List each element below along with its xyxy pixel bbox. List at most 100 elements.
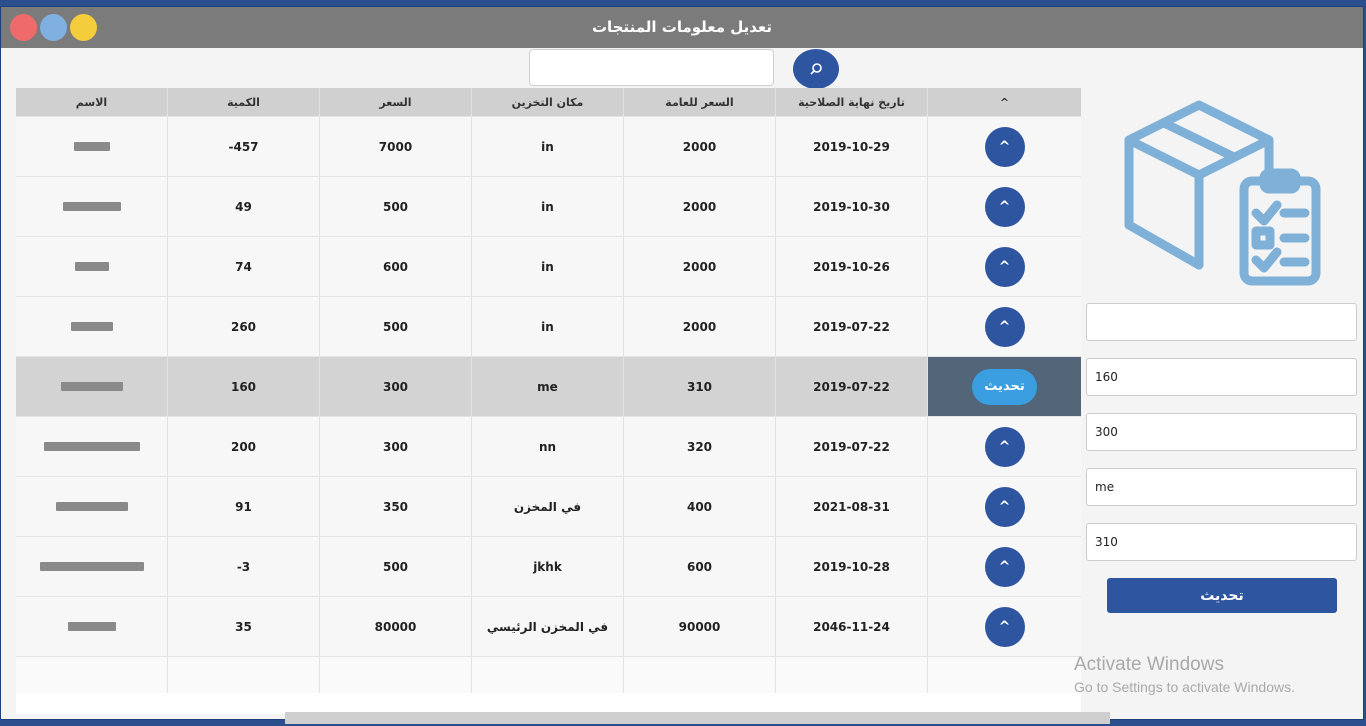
table-row[interactable]: 49 500 in 2000 2019-10-30 ^ (16, 176, 1081, 236)
table-row[interactable]: 260 500 in 2000 2019-07-22 ^ (16, 296, 1081, 356)
quantity-cell: -457 (168, 117, 320, 176)
quantity-cell: 49 (168, 177, 320, 236)
expiry-cell: 2019-07-22 (776, 357, 928, 416)
table-row-selected[interactable]: 160 300 me 310 2019-07-22 تحديث (16, 356, 1081, 416)
redacted-name (43, 442, 140, 451)
price-cell: 500 (320, 177, 472, 236)
search-input[interactable] (529, 49, 774, 86)
quantity-field[interactable]: 160 (1086, 358, 1357, 396)
table-row[interactable]: 35 80000 في المخزن الرئيسي 90000 2046-11… (16, 596, 1081, 656)
quantity-cell: 35 (168, 597, 320, 656)
action-cell: ^ (928, 417, 1081, 476)
redacted-name (55, 502, 128, 511)
action-cell: ^ (928, 117, 1081, 176)
redacted-name (60, 382, 123, 391)
expiry-cell: 2019-10-29 (776, 117, 928, 176)
public-price-cell: 90000 (624, 597, 776, 656)
select-row-button[interactable]: ^ (984, 546, 1025, 587)
watermark-title: Activate Windows (1074, 654, 1224, 675)
empty-cell (776, 657, 928, 693)
empty-cell (16, 657, 168, 693)
name-field[interactable] (1086, 303, 1357, 341)
table-row-empty (16, 656, 1081, 693)
redacted-name (70, 322, 113, 331)
table-row[interactable]: -3 500 jkhk 600 2019-10-28 ^ (16, 536, 1081, 596)
select-row-button[interactable]: ^ (984, 486, 1025, 527)
select-row-button[interactable]: ^ (984, 246, 1025, 287)
public-price-field[interactable]: 310 (1086, 523, 1357, 561)
location-cell: in (472, 297, 624, 356)
price-cell: 600 (320, 237, 472, 296)
column-header-location[interactable]: مكان التخزين (472, 88, 624, 116)
name-cell (16, 297, 168, 356)
location-cell: في المخزن (472, 477, 624, 536)
title-bar: تعديل معلومات المنتجات (1, 7, 1363, 48)
name-cell (16, 177, 168, 236)
table-row[interactable]: 91 350 في المخزن 400 2021-08-31 ^ (16, 476, 1081, 536)
column-header-expiry[interactable]: تاريخ نهاية الصلاحية (776, 88, 928, 116)
select-row-button[interactable]: ^ (984, 306, 1025, 347)
public-price-cell: 320 (624, 417, 776, 476)
column-header-price[interactable]: السعر (320, 88, 472, 116)
table-row[interactable]: -457 7000 in 2000 2019-10-29 ^ (16, 116, 1081, 176)
location-cell: in (472, 177, 624, 236)
quantity-cell: 91 (168, 477, 320, 536)
select-row-button[interactable]: ^ (984, 606, 1025, 647)
select-row-button[interactable]: ^ (984, 186, 1025, 227)
column-header-action[interactable]: ^ (928, 88, 1081, 116)
price-cell: 300 (320, 417, 472, 476)
price-field[interactable]: 300 (1086, 413, 1357, 451)
location-field[interactable]: me (1086, 468, 1357, 506)
expiry-cell: 2019-10-26 (776, 237, 928, 296)
empty-cell (472, 657, 624, 693)
public-price-cell: 2000 (624, 297, 776, 356)
empty-cell (928, 657, 1081, 693)
update-button[interactable]: تحديث (1107, 578, 1337, 613)
box-clipboard-icon (1124, 100, 1321, 286)
location-cell: me (472, 357, 624, 416)
action-cell: ^ (928, 597, 1081, 656)
watermark-subtitle: Go to Settings to activate Windows. (1074, 679, 1295, 695)
public-price-cell: 400 (624, 477, 776, 536)
search-icon (810, 63, 822, 75)
column-header-name[interactable]: الاسم (16, 88, 168, 116)
expiry-cell: 2019-10-28 (776, 537, 928, 596)
column-header-public-price[interactable]: السعر للعامة (624, 88, 776, 116)
price-cell: 300 (320, 357, 472, 416)
action-cell: ^ (928, 537, 1081, 596)
select-row-button[interactable]: ^ (984, 426, 1025, 467)
search-button[interactable] (793, 49, 839, 89)
redacted-name (74, 262, 109, 271)
location-cell: nn (472, 417, 624, 476)
activate-windows-watermark: Activate Windows Go to Settings to activ… (1074, 654, 1295, 695)
public-price-cell: 2000 (624, 177, 776, 236)
horizontal-scrollbar[interactable] (285, 712, 1110, 724)
expiry-cell: 2021-08-31 (776, 477, 928, 536)
price-cell: 350 (320, 477, 472, 536)
redacted-name (73, 142, 110, 151)
public-price-cell: 310 (624, 357, 776, 416)
name-cell (16, 237, 168, 296)
action-cell: ^ (928, 477, 1081, 536)
location-cell: في المخزن الرئيسي (472, 597, 624, 656)
expiry-cell: 2046-11-24 (776, 597, 928, 656)
name-cell (16, 357, 168, 416)
location-cell: in (472, 117, 624, 176)
table-row[interactable]: 74 600 in 2000 2019-10-26 ^ (16, 236, 1081, 296)
quantity-cell: -3 (168, 537, 320, 596)
column-header-quantity[interactable]: الكمية (168, 88, 320, 116)
select-row-button[interactable]: ^ (984, 126, 1025, 167)
expiry-cell: 2019-07-22 (776, 417, 928, 476)
location-cell: jkhk (472, 537, 624, 596)
name-cell (16, 597, 168, 656)
quantity-cell: 74 (168, 237, 320, 296)
name-cell (16, 117, 168, 176)
redacted-name (62, 202, 121, 211)
name-cell (16, 477, 168, 536)
action-cell: ^ (928, 237, 1081, 296)
quantity-cell: 200 (168, 417, 320, 476)
app-window: تعديل معلومات المنتجات الاسم الكمية السع… (0, 6, 1364, 720)
location-cell: in (472, 237, 624, 296)
row-update-button[interactable]: تحديث (972, 368, 1037, 405)
table-row[interactable]: 200 300 nn 320 2019-07-22 ^ (16, 416, 1081, 476)
